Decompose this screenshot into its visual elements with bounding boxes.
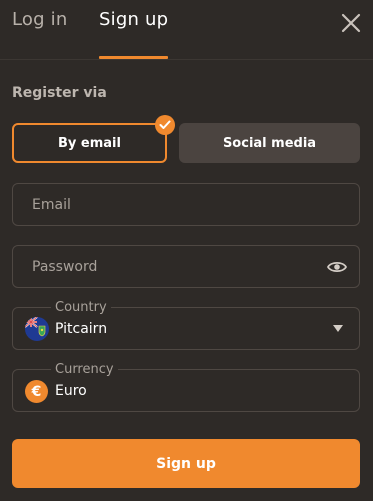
social-media-button[interactable]: Social media [179,123,360,163]
euro-icon: € [25,380,48,403]
sign-up-button-label: Sign up [156,455,216,472]
email-input[interactable] [13,184,359,225]
eye-icon[interactable] [327,259,347,275]
currency-label: Currency [51,362,118,377]
by-email-label: By email [58,135,121,151]
auth-tabs: Log in Sign up [0,0,373,60]
password-input[interactable] [13,246,359,287]
country-label: Country [51,300,111,315]
sign-up-button[interactable]: Sign up [12,439,360,488]
social-media-label: Social media [222,135,317,151]
country-value: Pitcairn [55,321,108,337]
currency-symbol: € [31,383,42,400]
country-select[interactable]: Country Pitcairn [12,300,360,350]
chevron-down-icon [333,325,343,332]
currency-select[interactable]: Currency € Euro [12,362,360,412]
check-icon [155,115,175,135]
password-field [12,245,360,288]
tab-login[interactable]: Log in [12,9,67,30]
register-via-label: Register via [12,85,107,101]
currency-value: Euro [55,383,87,399]
close-icon[interactable] [340,12,362,34]
tab-signup[interactable]: Sign up [99,9,168,30]
tabs-divider [0,59,373,60]
email-field [12,183,360,226]
by-email-button[interactable]: By email [12,123,167,163]
pitcairn-flag-icon [25,317,49,341]
